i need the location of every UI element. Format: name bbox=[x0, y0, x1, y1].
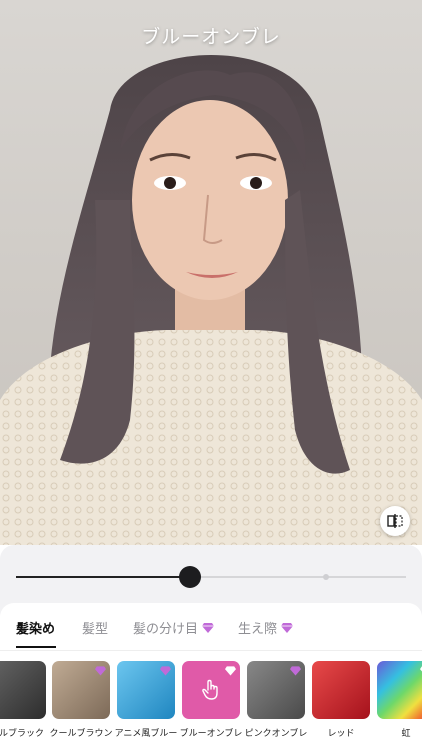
premium-gem-icon bbox=[95, 666, 106, 676]
swatch-red[interactable] bbox=[312, 661, 370, 719]
portrait-image bbox=[0, 0, 422, 545]
swatch-label: ールブラック bbox=[0, 729, 44, 739]
compare-split-icon bbox=[387, 514, 403, 528]
tab-label: 髪型 bbox=[82, 622, 109, 637]
swatch-label: ブルーオンブレ bbox=[179, 729, 243, 739]
premium-gem-icon bbox=[281, 623, 294, 633]
swatch-blue-ombre-selected[interactable] bbox=[182, 661, 240, 719]
swatch-rainbow[interactable] bbox=[377, 661, 422, 719]
preview-photo bbox=[0, 0, 422, 545]
tab-hair-part[interactable]: 髪の分け目 bbox=[133, 618, 215, 637]
tab-hairline[interactable]: 生え際 bbox=[238, 618, 294, 637]
swatch-label: アニメ風ブルー bbox=[114, 729, 178, 739]
compare-button[interactable] bbox=[380, 506, 410, 536]
tab-label: 髪の分け目 bbox=[133, 622, 199, 637]
slider-handle[interactable] bbox=[179, 566, 201, 588]
swatch-anime-blue[interactable] bbox=[117, 661, 175, 719]
adjust-hand-icon bbox=[202, 679, 218, 700]
swatch-label: 虹 bbox=[401, 729, 411, 739]
swatch-label: クールブラウン bbox=[49, 729, 113, 739]
slider-default-marker bbox=[323, 574, 329, 580]
swatch-black[interactable] bbox=[0, 661, 46, 719]
active-tab-indicator bbox=[16, 646, 56, 648]
tab-divider bbox=[0, 650, 422, 651]
tab-label: 生え際 bbox=[238, 622, 278, 637]
premium-gem-icon bbox=[290, 666, 301, 676]
premium-gem-icon bbox=[225, 666, 236, 676]
tab-label: 髪染め bbox=[16, 622, 56, 637]
premium-gem-icon bbox=[160, 666, 171, 676]
tab-hair-style[interactable]: 髪型 bbox=[82, 618, 108, 637]
tab-hair-color[interactable]: 髪染め bbox=[16, 618, 55, 637]
premium-gem-icon bbox=[202, 623, 215, 633]
swatch-pink-ombre[interactable] bbox=[247, 661, 305, 719]
style-title: ブルーオンブレ bbox=[141, 26, 281, 48]
swatch-label: レッド bbox=[327, 729, 355, 739]
slider-fill bbox=[16, 576, 189, 578]
swatch-label: ピンクオンブレ bbox=[244, 729, 308, 739]
swatch-cool-brown[interactable] bbox=[52, 661, 110, 719]
